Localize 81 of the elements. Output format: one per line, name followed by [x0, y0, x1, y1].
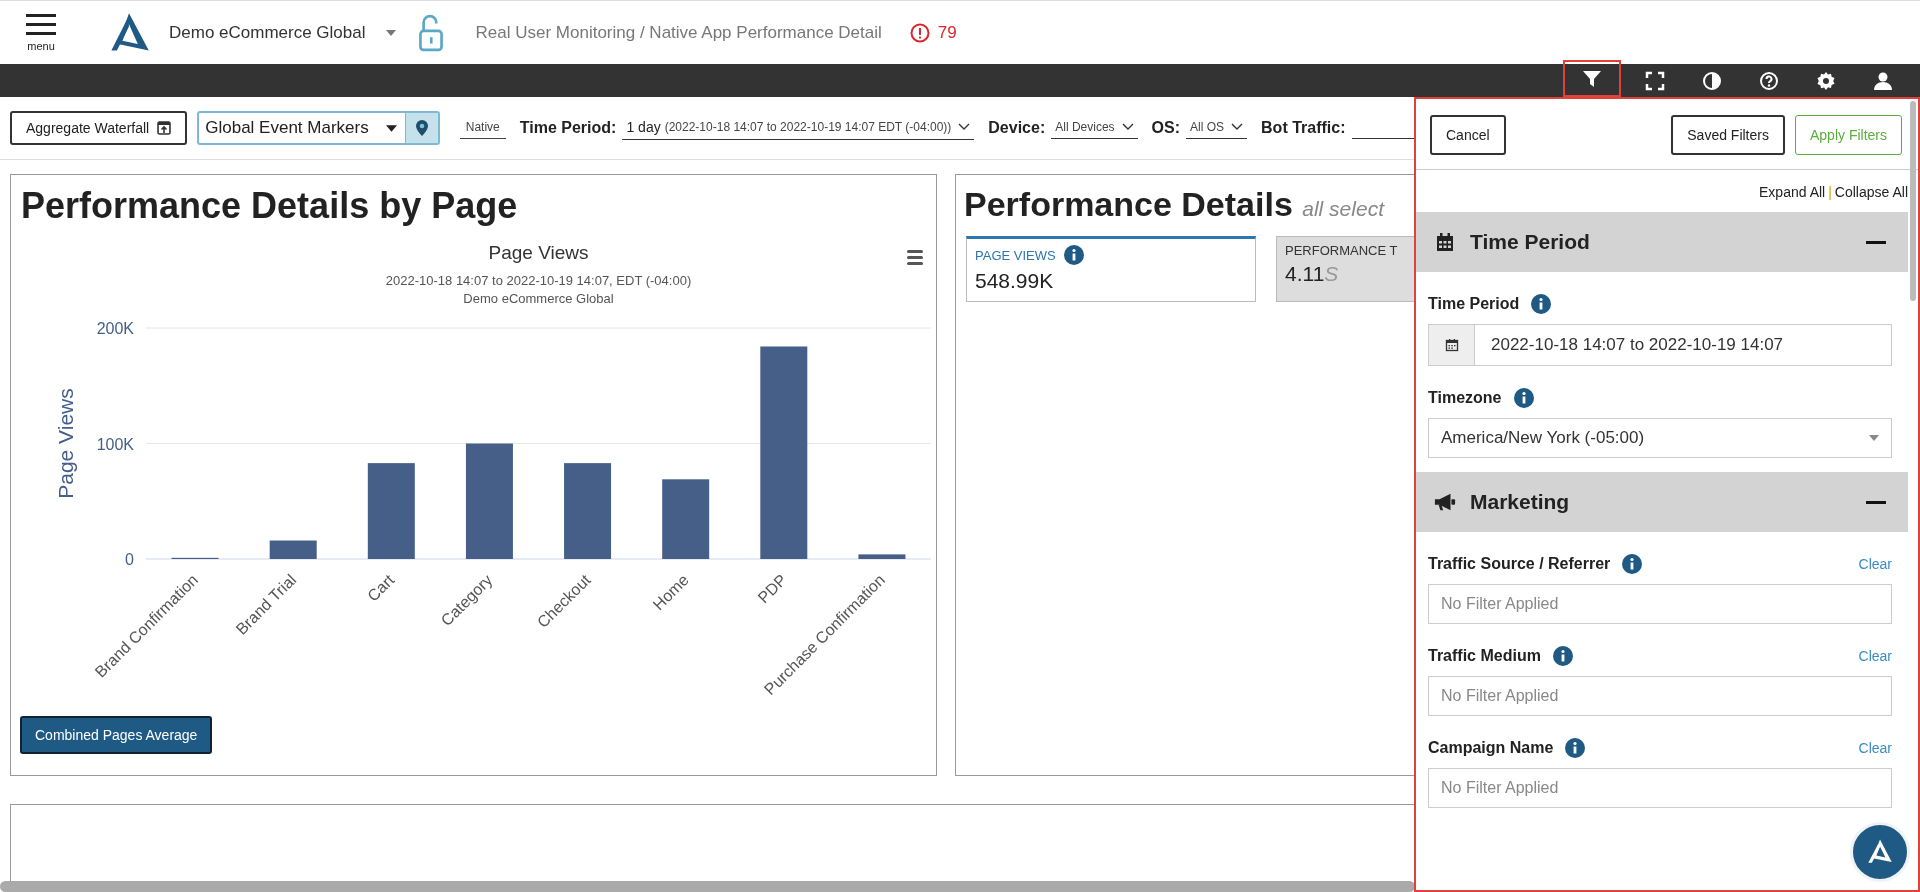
filter-label: Device: [988, 119, 1046, 137]
contrast-icon[interactable] [1702, 70, 1722, 91]
filter-label: Bot Traffic: [1261, 119, 1346, 137]
unlocked-padlock-icon[interactable] [417, 13, 444, 52]
filter-dropdown[interactable]: All OS [1186, 117, 1248, 139]
clear-link[interactable]: Clear [1858, 740, 1892, 756]
y-tick-label: 0 [125, 551, 134, 568]
chart-menu-icon[interactable] [907, 250, 923, 265]
field-label: Traffic Medium [1428, 647, 1541, 665]
saved-filters-button[interactable]: Saved Filters [1671, 115, 1785, 155]
filter-icon[interactable] [1582, 68, 1602, 89]
fullscreen-icon[interactable] [1645, 70, 1665, 91]
user-icon[interactable] [1873, 70, 1893, 91]
menu-button[interactable]: menu [10, 13, 72, 52]
card-title: Performance Details [964, 185, 1293, 223]
field-label: Traffic Source / Referrer [1428, 555, 1611, 573]
caret-icon[interactable] [385, 29, 396, 36]
chart-bar [858, 554, 906, 559]
collapse-icon[interactable] [1866, 500, 1886, 504]
separator: | [1828, 184, 1832, 200]
chart-subtitle: Demo eCommerce Global [463, 291, 614, 306]
date-range-field[interactable]: 2022-10-18 14:07 to 2022-10-19 14:07 [1428, 324, 1892, 366]
chart-subtitle: 2022-10-18 14:07 to 2022-10-19 14:07, EDT (-04:00) [385, 273, 692, 288]
combined-pages-average-button[interactable]: Combined Pages Average [20, 716, 213, 754]
chevron-icon [1231, 122, 1244, 131]
caret-icon [385, 124, 397, 132]
clear-link[interactable]: Clear [1858, 556, 1892, 572]
info-icon[interactable] [1063, 245, 1084, 265]
field-label: Timezone [1428, 389, 1502, 407]
caret-icon [1869, 435, 1879, 441]
filter-input[interactable]: No Filter Applied [1428, 768, 1892, 808]
event-markers-select[interactable]: Global Event Markers [197, 111, 440, 145]
collapse-icon[interactable] [1866, 240, 1886, 244]
filter-dropdown[interactable]: 1 day (2022-10-18 14:07 to 2022-10-19 14:07 EDT (-04:00)) [622, 116, 975, 140]
info-icon[interactable] [1531, 294, 1552, 314]
breadcrumb: Real User Monitoring / Native App Performance Detail [475, 22, 882, 43]
calendar-icon [1444, 338, 1459, 352]
card-title: Performance Details by Page [21, 185, 519, 227]
map-pin-icon[interactable] [414, 119, 429, 137]
filter-input[interactable]: No Filter Applied [1428, 584, 1892, 624]
section-header[interactable]: Marketing [1416, 472, 1908, 532]
filter-button[interactable] [1563, 60, 1621, 97]
panel-scrollbar[interactable] [1910, 101, 1916, 301]
chart-title: Page Views [488, 242, 589, 263]
cancel-button[interactable]: Cancel [1430, 115, 1506, 155]
alert-icon[interactable] [909, 22, 930, 43]
calendar-icon [1434, 232, 1456, 252]
section-header[interactable]: Time Period [1416, 212, 1908, 272]
settings-icon[interactable] [1816, 70, 1836, 91]
filter-label: Time Period: [519, 119, 617, 137]
timezone-select[interactable]: America/New York (-05:00) [1428, 418, 1892, 458]
alert-count[interactable]: 79 [937, 22, 957, 43]
y-axis-title: Page Views [54, 388, 77, 499]
y-tick-label: 100K [96, 435, 134, 453]
info-icon[interactable] [1552, 646, 1573, 666]
native-tag[interactable]: Native [459, 117, 506, 139]
field-label: Campaign Name [1428, 739, 1554, 757]
y-tick-label: 200K [96, 320, 134, 337]
chevron-icon [1121, 122, 1134, 131]
info-icon[interactable] [1622, 554, 1643, 574]
open-window-icon [157, 121, 172, 135]
filter-dropdown[interactable]: All Devices [1051, 117, 1138, 139]
aggregate-waterfall-button[interactable]: Aggregate Waterfall [10, 111, 188, 145]
filter-input[interactable]: No Filter Applied [1428, 676, 1892, 716]
account-name: Demo eCommerce Global [169, 22, 366, 43]
metric-tile[interactable]: PERFORMANCE T 4.11S [1276, 236, 1415, 302]
info-icon[interactable] [1565, 738, 1586, 758]
expand-all-link[interactable]: Expand All [1759, 184, 1826, 200]
field-label: Time Period [1428, 295, 1520, 313]
metric-tile[interactable]: PAGE VIEWS 548.99K [966, 236, 1256, 302]
chevron-icon [958, 122, 971, 131]
chart-bar [269, 540, 317, 559]
clear-link[interactable]: Clear [1858, 648, 1892, 664]
info-icon[interactable] [1513, 388, 1534, 408]
horizontal-scrollbar[interactable] [0, 881, 1415, 892]
x-tick-label: Cart [364, 571, 398, 605]
collapse-all-link[interactable]: Collapse All [1834, 184, 1908, 200]
help-icon[interactable] [1759, 70, 1779, 91]
megaphone-icon [1434, 492, 1456, 512]
card-subtitle: all select [1302, 197, 1384, 220]
filter-label: OS: [1151, 119, 1181, 137]
